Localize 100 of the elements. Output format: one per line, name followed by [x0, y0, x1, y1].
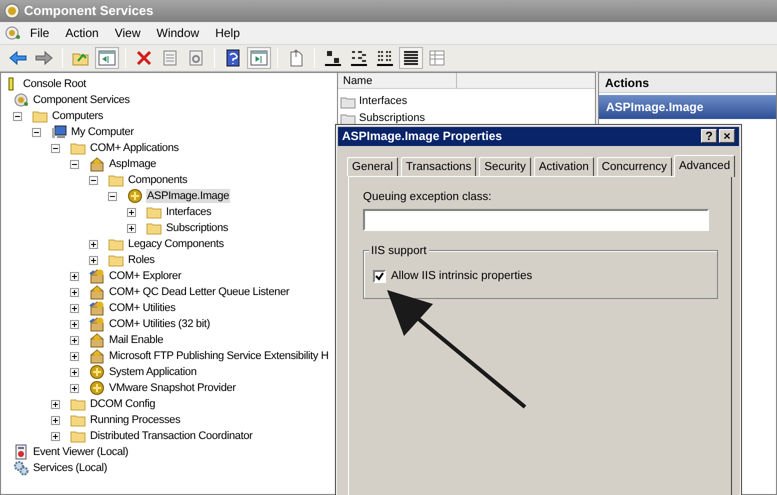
tree-item[interactable]: System Application — [108, 365, 198, 379]
help-button[interactable]: ? — [701, 129, 717, 144]
tree-toggle[interactable] — [127, 208, 136, 216]
tree-item[interactable]: Microsoft FTP Publishing Service Extensibility H — [108, 349, 330, 363]
menu-item[interactable]: Window — [148, 24, 208, 42]
tree-toggle[interactable] — [51, 416, 60, 424]
text-field[interactable] — [363, 209, 709, 232]
services-icon — [13, 460, 29, 476]
tree-toggle[interactable] — [70, 288, 79, 296]
computer-icon — [51, 124, 67, 140]
tree-item[interactable]: VMware Snapshot Provider — [108, 381, 237, 395]
list-icon — [376, 49, 394, 67]
pane-icon — [250, 49, 268, 67]
tree-item[interactable]: Computers — [51, 109, 104, 123]
list-item[interactable]: Subscriptions — [359, 110, 426, 127]
close-button[interactable]: × — [719, 129, 735, 144]
tree-item[interactable]: COM+ Utilities — [108, 301, 176, 315]
tree-item[interactable]: AspImage — [108, 157, 158, 171]
menu-item[interactable]: Action — [57, 24, 107, 42]
package-icon — [89, 316, 105, 332]
package-icon — [89, 284, 105, 300]
tab[interactable]: Transactions — [400, 157, 476, 176]
tree-toggle[interactable] — [70, 272, 79, 280]
menu-item[interactable]: Help — [207, 24, 248, 42]
large-icons-icon — [324, 49, 342, 67]
console-tree-button[interactable] — [95, 47, 119, 69]
tab[interactable]: Concurrency — [596, 157, 672, 176]
tree-item[interactable]: Console Root — [22, 77, 88, 91]
tree-toggle[interactable] — [70, 384, 79, 392]
tab[interactable]: Security — [479, 157, 531, 176]
tree-item[interactable]: DCOM Config — [89, 397, 156, 411]
tree-toggle[interactable] — [70, 160, 79, 168]
tree-toggle[interactable] — [51, 144, 60, 152]
tree-item[interactable]: Mail Enable — [108, 333, 164, 347]
small-icons-icon — [350, 49, 368, 67]
tree-item[interactable]: Component Services — [32, 93, 131, 107]
action-pane-button[interactable] — [247, 47, 271, 69]
list-item[interactable]: Interfaces — [359, 93, 408, 110]
tab[interactable]: Activation — [534, 157, 594, 176]
component-icon — [89, 380, 105, 396]
tree-toggle[interactable] — [32, 128, 41, 136]
tree-item[interactable]: COM+ Explorer — [108, 269, 182, 283]
checkbox[interactable] — [373, 270, 386, 284]
tree-item[interactable]: Running Processes — [89, 413, 182, 427]
back-arrow-icon — [9, 49, 27, 67]
window-title: Component Services — [24, 2, 154, 20]
detail-button[interactable] — [399, 47, 423, 69]
tree-toggle[interactable] — [70, 368, 79, 376]
dialog-title: ASPImage.Image Properties — [342, 128, 504, 146]
tree-toggle[interactable] — [70, 352, 79, 360]
menu-item[interactable]: File — [22, 24, 58, 42]
package-icon — [89, 156, 105, 172]
snapin-icon — [13, 92, 29, 108]
field-label: Queuing exception class: — [363, 190, 492, 206]
tree-item[interactable]: Distributed Transaction Coordinator — [89, 429, 254, 443]
package-icon — [89, 300, 105, 316]
package-icon — [89, 332, 105, 348]
tree-toggle[interactable] — [70, 336, 79, 344]
tree-toggle[interactable] — [127, 224, 136, 232]
actions-header: Actions — [599, 73, 776, 93]
tree-toggle[interactable] — [70, 304, 79, 312]
properties-icon — [161, 49, 179, 67]
tree-item[interactable]: Interfaces — [165, 205, 212, 219]
refresh-icon — [187, 49, 205, 67]
menu-item[interactable]: View — [106, 24, 148, 42]
checkbox-label[interactable]: Allow IIS intrinsic properties — [391, 268, 532, 286]
tree-item[interactable]: ASPImage.Image — [146, 189, 230, 203]
tree-toggle[interactable] — [108, 192, 117, 200]
tree-item[interactable]: Legacy Components — [127, 237, 225, 251]
tree-toggle[interactable] — [70, 320, 79, 328]
tree-item[interactable]: COM+ QC Dead Letter Queue Listener — [108, 285, 290, 299]
actions-section-header[interactable]: ASPImage.Image — [599, 95, 776, 119]
component-icon — [89, 364, 105, 380]
package-icon — [89, 348, 105, 364]
detail-icon — [402, 49, 420, 67]
tree-item[interactable]: COM+ Applications — [89, 141, 180, 155]
app-icon — [4, 3, 20, 19]
app-icon — [4, 25, 22, 41]
tree-toggle[interactable] — [89, 240, 98, 248]
tree-toggle[interactable] — [51, 400, 60, 408]
delete-icon — [135, 49, 153, 67]
tab[interactable]: General — [347, 157, 398, 176]
pane-icon — [98, 49, 116, 67]
tree-toggle[interactable] — [13, 112, 22, 120]
tree-item[interactable]: Roles — [127, 253, 156, 267]
event-log-icon — [13, 444, 29, 460]
tree-toggle[interactable] — [89, 176, 98, 184]
tree-item[interactable]: My Computer — [70, 125, 135, 139]
tree-item[interactable]: Subscriptions — [165, 221, 230, 235]
tree-toggle[interactable] — [89, 256, 98, 264]
table-icon — [428, 49, 446, 67]
tree-item[interactable]: Components — [127, 173, 188, 187]
tab[interactable]: Advanced — [674, 155, 736, 178]
help-icon — [224, 49, 242, 67]
tree-item[interactable]: COM+ Utilities (32 bit) — [108, 317, 211, 331]
forward-arrow-icon — [35, 49, 53, 67]
tree-item[interactable]: Event Viewer (Local) — [32, 445, 130, 459]
tree-item[interactable]: Services (Local) — [32, 461, 108, 475]
package-icon — [89, 268, 105, 284]
tree-toggle[interactable] — [51, 432, 60, 440]
